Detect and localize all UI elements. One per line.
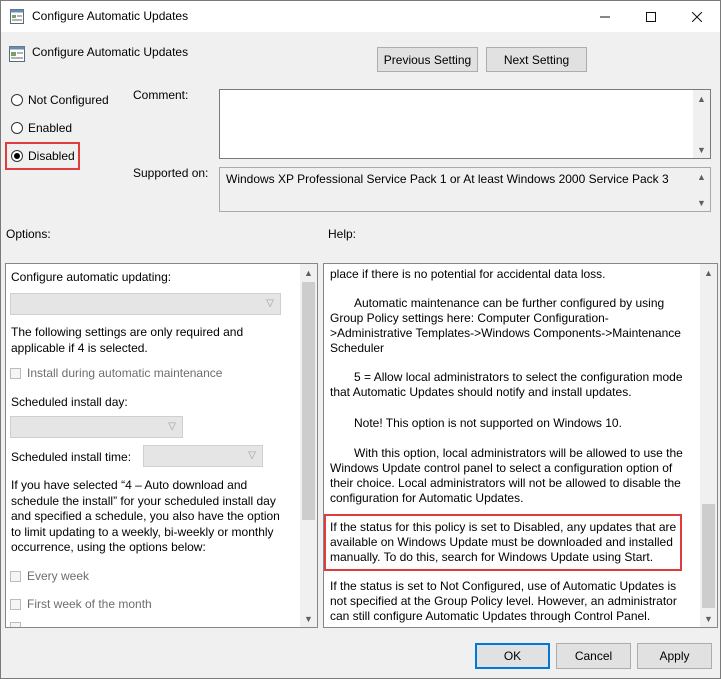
required-note: The following settings are only required… [11,325,244,355]
disabled-highlight-box [5,142,80,170]
close-button[interactable] [674,1,720,32]
minimize-icon [600,9,610,25]
checkbox-label: First week of the month [27,597,152,611]
scroll-up-icon[interactable]: ▲ [693,90,710,107]
radio-label: Not Configured [28,93,109,107]
install-time-label: Scheduled install time: [11,450,132,464]
radio-enabled[interactable]: Enabled [11,119,72,137]
help-paragraph: Automatic maintenance can be further con… [330,296,681,355]
policy-icon [10,8,24,24]
help-pane[interactable]: place if there is no potential for accid… [323,263,718,628]
scroll-up-icon[interactable]: ▲ [700,264,717,281]
scroll-up-icon[interactable]: ▲ [300,264,317,281]
install-day-select[interactable]: ▽ [10,416,183,438]
scroll-down-icon[interactable]: ▼ [693,141,710,158]
apply-button[interactable]: Apply [637,643,712,669]
install-maintenance-checkbox[interactable]: Install during automatic maintenance [10,366,222,380]
comment-label: Comment: [133,88,189,102]
checkbox-box[interactable] [10,598,21,610]
radio-circle[interactable] [11,122,23,134]
cancel-button[interactable]: Cancel [556,643,631,669]
dialog-window: Configure Automatic Updates Configure Au… [0,0,721,679]
title-bar: Configure Automatic Updates [1,1,720,32]
options-pane[interactable]: Configure automatic updating: ▽ The foll… [5,263,318,628]
maximize-button[interactable] [628,1,674,32]
disabled-help-highlight-box [324,514,682,571]
checkbox-box[interactable] [10,367,21,379]
next-setting-button[interactable]: Next Setting [486,47,587,72]
radio-not-configured[interactable]: Not Configured [11,91,109,109]
help-header: Help: [328,227,357,241]
window-title: Configure Automatic Updates [32,9,189,23]
supported-scrollbar[interactable]: ▲ ▼ [693,168,710,211]
ok-button[interactable]: OK [475,643,550,669]
radio-circle[interactable] [11,94,23,106]
options-scrollbar[interactable]: ▲ ▼ [300,264,317,627]
schedule-note: If you have selected “4 – Auto download … [11,478,280,554]
chevron-down-icon: ▽ [266,298,274,309]
first-week-checkbox[interactable]: First week of the month [10,597,152,611]
comment-textbox[interactable]: ▲ ▼ [219,89,711,159]
chevron-down-icon: ▽ [168,421,176,432]
install-day-label: Scheduled install day: [11,395,128,409]
checkbox-label: Install during automatic maintenance [27,366,223,380]
scroll-down-icon[interactable]: ▼ [300,610,317,627]
policy-name: Configure Automatic Updates [32,45,189,59]
scroll-down-icon[interactable]: ▼ [700,610,717,627]
minimize-button[interactable] [582,1,628,32]
options-header: Options: [6,227,51,241]
checkbox-label: Every week [27,569,90,583]
help-paragraph: With this option, local administrators w… [330,446,683,505]
scroll-down-icon[interactable]: ▼ [693,194,710,211]
supported-on-label: Supported on: [133,166,209,180]
configure-updating-select[interactable]: ▽ [10,293,281,315]
scroll-up-icon[interactable]: ▲ [693,168,710,185]
comment-scrollbar[interactable]: ▲ ▼ [693,90,710,158]
help-scrollbar[interactable]: ▲ ▼ [700,264,717,627]
scroll-thumb[interactable] [302,282,315,520]
help-paragraph: 5 = Allow local administrators to select… [330,370,683,399]
previous-setting-button[interactable]: Previous Setting [377,47,478,72]
close-icon [691,9,703,25]
every-week-checkbox[interactable]: Every week [10,569,89,583]
more-checkbox-partial[interactable] [10,622,21,627]
checkbox-box[interactable] [10,570,21,582]
checkbox-box[interactable] [10,622,21,627]
configure-updating-label: Configure automatic updating: [11,270,172,284]
help-paragraph: Note! This option is not supported on Wi… [354,416,622,430]
chevron-down-icon: ▽ [248,450,256,461]
install-time-select[interactable]: ▽ [143,445,263,467]
help-paragraph: place if there is no potential for accid… [330,267,606,281]
help-paragraph: If the status is set to Not Configured, … [330,579,677,623]
supported-on-textbox: Windows XP Professional Service Pack 1 o… [219,167,711,212]
supported-on-value: Windows XP Professional Service Pack 1 o… [226,172,669,186]
radio-label: Enabled [28,121,73,135]
policy-setting-icon [9,46,25,62]
scroll-thumb[interactable] [702,504,715,608]
maximize-icon [646,9,656,25]
